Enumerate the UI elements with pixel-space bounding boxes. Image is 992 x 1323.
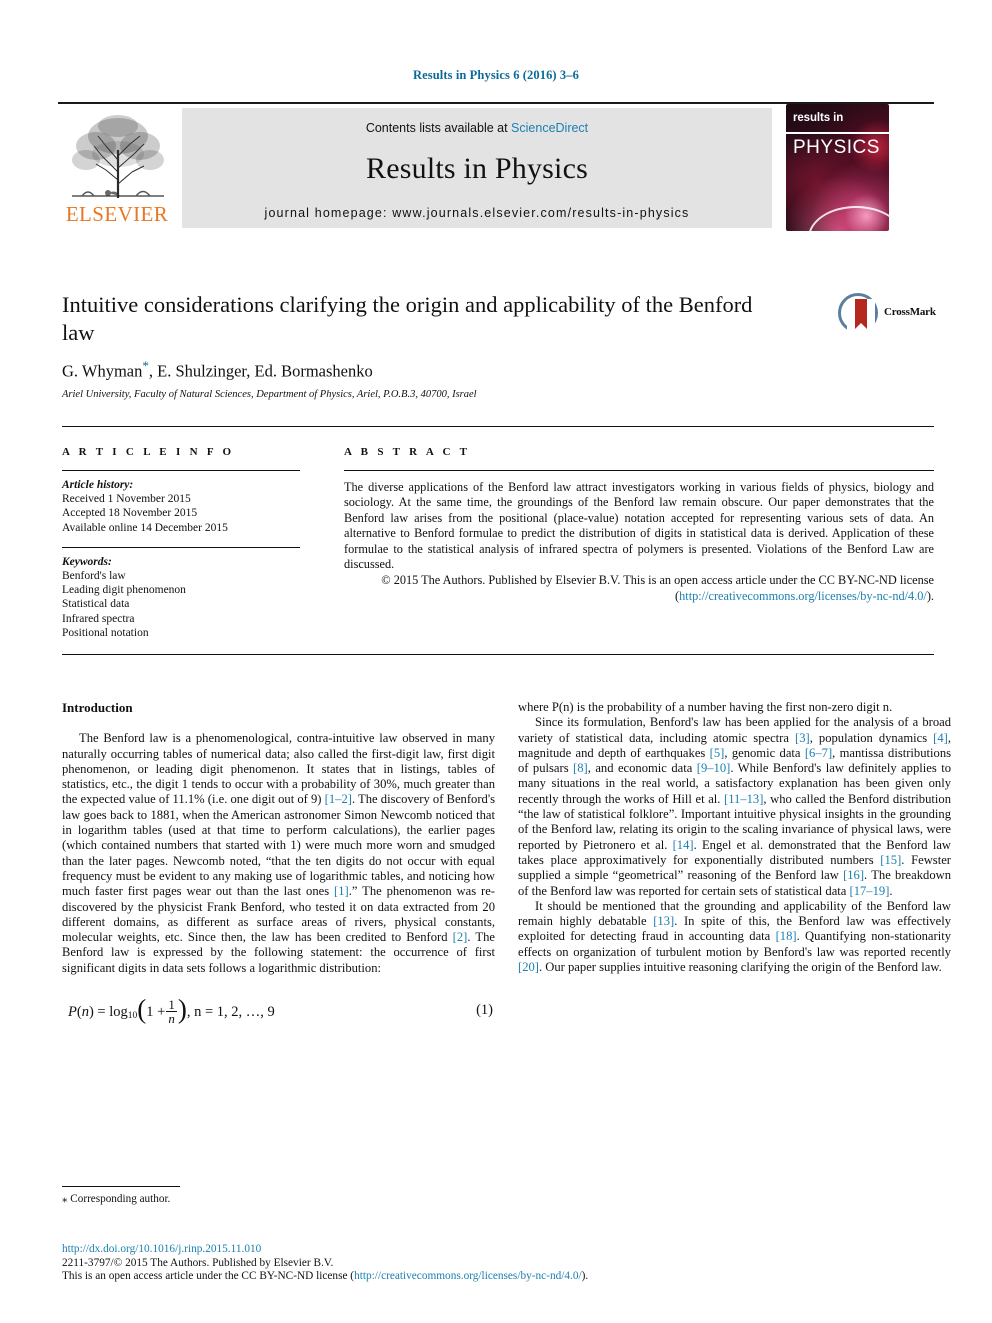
citation-ref[interactable]: [15] [880, 853, 901, 867]
citation-ref[interactable]: [17–19] [850, 884, 890, 898]
citation-ref[interactable]: [2] [453, 930, 468, 944]
keywords-rule [62, 546, 300, 548]
keyword-item: Statistical data [62, 598, 130, 611]
rt-f: , and economic data [587, 761, 697, 776]
contents-prefix: Contents lists available at [365, 121, 512, 135]
masthead-banner: Contents lists available at ScienceDirec… [182, 108, 772, 228]
paper-page: Results in Physics 6 (2016) 3–6 ELSEVIER… [0, 0, 992, 1323]
abstract-copyright: © 2015 The Authors. Published by Elsevie… [344, 573, 934, 604]
cover-arc-decoration [808, 206, 889, 231]
page-footer: http://dx.doi.org/10.1016/j.rinp.2015.11… [62, 1243, 934, 1284]
fraction-numerator: 1 [168, 997, 175, 1013]
citation-ref[interactable]: [16] [843, 868, 864, 882]
running-head: Results in Physics 6 (2016) 3–6 [413, 68, 579, 82]
sciencedirect-link[interactable]: ScienceDirect [511, 121, 588, 135]
corresponding-author-footnote: ⁎ Corresponding author. [62, 1192, 492, 1206]
keyword-item: Leading digit phenomenon [62, 584, 186, 597]
info-top-rule [62, 426, 934, 427]
copyright-tail: ). [926, 588, 934, 603]
footnote-rule [62, 1186, 180, 1187]
abstract-bottom-rule [62, 654, 934, 655]
equation-1: P(n) = log10(1 +1 n), n = 1, 2, …, 9 (1) [62, 993, 495, 1033]
abstract-rule [344, 470, 934, 471]
author-list: G. Whyman*, E. Shulzinger, Ed. Bormashen… [62, 358, 373, 381]
history-online: Available online 14 December 2015 [62, 521, 228, 534]
body-column-right: where P(n) is the probability of a numbe… [518, 700, 951, 975]
intro-text-b: . The discovery of Benford's law goes ba… [62, 792, 495, 899]
article-info-heading: A R T I C L E I N F O [62, 446, 235, 458]
keyword-item: Infrared spectra [62, 612, 135, 625]
elsevier-logo: ELSEVIER [58, 110, 176, 228]
cover-divider [786, 132, 889, 134]
rt-b: , population dynamics [809, 730, 934, 745]
elsevier-tree-icon [72, 115, 164, 198]
keyword-item: Positional notation [62, 626, 149, 639]
footer-license-link[interactable]: http://creativecommons.org/licenses/by-n… [354, 1270, 582, 1282]
footer-license-line: This is an open access article under the… [62, 1270, 934, 1284]
journal-homepage[interactable]: journal homepage: www.journals.elsevier.… [182, 206, 772, 220]
license-link[interactable]: http://creativecommons.org/licenses/by-n… [679, 589, 927, 603]
body-column-left: Introduction The Benford law is a phenom… [62, 700, 495, 1033]
fraction-one-over-n: 1n [166, 998, 177, 1026]
journal-masthead: ELSEVIER Contents lists available at Sci… [58, 102, 934, 234]
citation-ref[interactable]: [9–10] [697, 761, 731, 775]
citation-ref[interactable]: [8] [573, 761, 588, 775]
journal-cover-thumbnail: results in PHYSICS [786, 104, 889, 231]
citation-ref[interactable]: [4] [933, 731, 948, 745]
cover-line-results-in: results in [793, 112, 844, 124]
article-history-label: Article history: [62, 479, 134, 491]
citation-ref[interactable]: [1] [334, 884, 349, 898]
page-title: Intuitive considerations clarifying the … [62, 292, 753, 345]
abstract-block: A B S T R A C T The diverse applications… [344, 446, 934, 604]
issn-copyright-line: 2211-3797/© 2015 The Authors. Published … [62, 1256, 334, 1269]
cover-line-physics: PHYSICS [793, 137, 880, 158]
equation-inner-prefix: 1 + [146, 1004, 166, 1021]
rt3-d: . Our paper supplies intuitive reasoning… [538, 960, 942, 975]
abstract-text: The diverse applications of the Benford … [344, 480, 934, 572]
citation-ref[interactable]: [13] [653, 914, 674, 928]
footer-license-prefix: This is an open access article under the… [62, 1270, 355, 1283]
history-accepted: Accepted 18 November 2015 [62, 507, 198, 520]
log-base: 10 [127, 1011, 138, 1022]
right-paragraph-2: Since its formulation, Benford's law has… [518, 715, 951, 899]
citation-ref[interactable]: [1–2] [325, 792, 352, 806]
equation-tail: , n = 1, 2, …, 9 [186, 1004, 275, 1021]
citation-ref[interactable]: [18] [776, 929, 797, 943]
elsevier-wordmark: ELSEVIER [65, 202, 169, 226]
citation-ref[interactable]: [14] [673, 838, 694, 852]
citation-ref[interactable]: [3] [795, 731, 810, 745]
equation-number: (1) [476, 1002, 493, 1019]
abstract-heading: A B S T R A C T [344, 446, 471, 458]
fraction-denominator: n [166, 1011, 177, 1027]
article-info-block: A R T I C L E I N F O Article history: R… [62, 446, 312, 640]
keywords-block: Keywords: Benford's law Leading digit ph… [62, 555, 312, 640]
footnote-text: Corresponding author. [70, 1193, 171, 1205]
article-history: Article history: Received 1 November 201… [62, 478, 312, 535]
citation-ref[interactable]: [11–13] [724, 792, 763, 806]
history-received: Received 1 November 2015 [62, 493, 191, 506]
contents-available-line: Contents lists available at ScienceDirec… [182, 108, 772, 135]
doi-link[interactable]: http://dx.doi.org/10.1016/j.rinp.2015.11… [62, 1243, 934, 1257]
intro-paragraph-1: The Benford law is a phenomenological, c… [62, 731, 495, 976]
citation-ref[interactable]: [20] [518, 960, 539, 974]
keyword-item: Benford's law [62, 570, 126, 583]
right-paragraph-1: where P(n) is the probability of a numbe… [518, 700, 893, 714]
affiliation: Ariel University, Faculty of Natural Sci… [62, 389, 477, 400]
citation-ref[interactable]: [6–7] [805, 746, 832, 760]
article-info-rule [62, 470, 300, 471]
journal-title: Results in Physics [366, 152, 588, 185]
citation-ref[interactable]: [5] [710, 746, 725, 760]
footer-license-tail: ). [581, 1270, 589, 1283]
crossmark-icon [838, 293, 878, 333]
crossmark-badge[interactable]: CrossMark [838, 293, 938, 335]
right-paragraph-3: It should be mentioned that the groundin… [518, 899, 951, 975]
rt-d: , genomic data [724, 745, 805, 760]
footnote-marker: ⁎ [62, 1193, 68, 1205]
section-heading-introduction: Introduction [62, 700, 133, 715]
keywords-label: Keywords: [62, 555, 112, 568]
rt-l: . [889, 883, 893, 898]
equation-1-body: P(n) = log10(1 +1 n), n = 1, 2, …, 9 [68, 994, 275, 1027]
crossmark-label: CrossMark [884, 306, 936, 318]
